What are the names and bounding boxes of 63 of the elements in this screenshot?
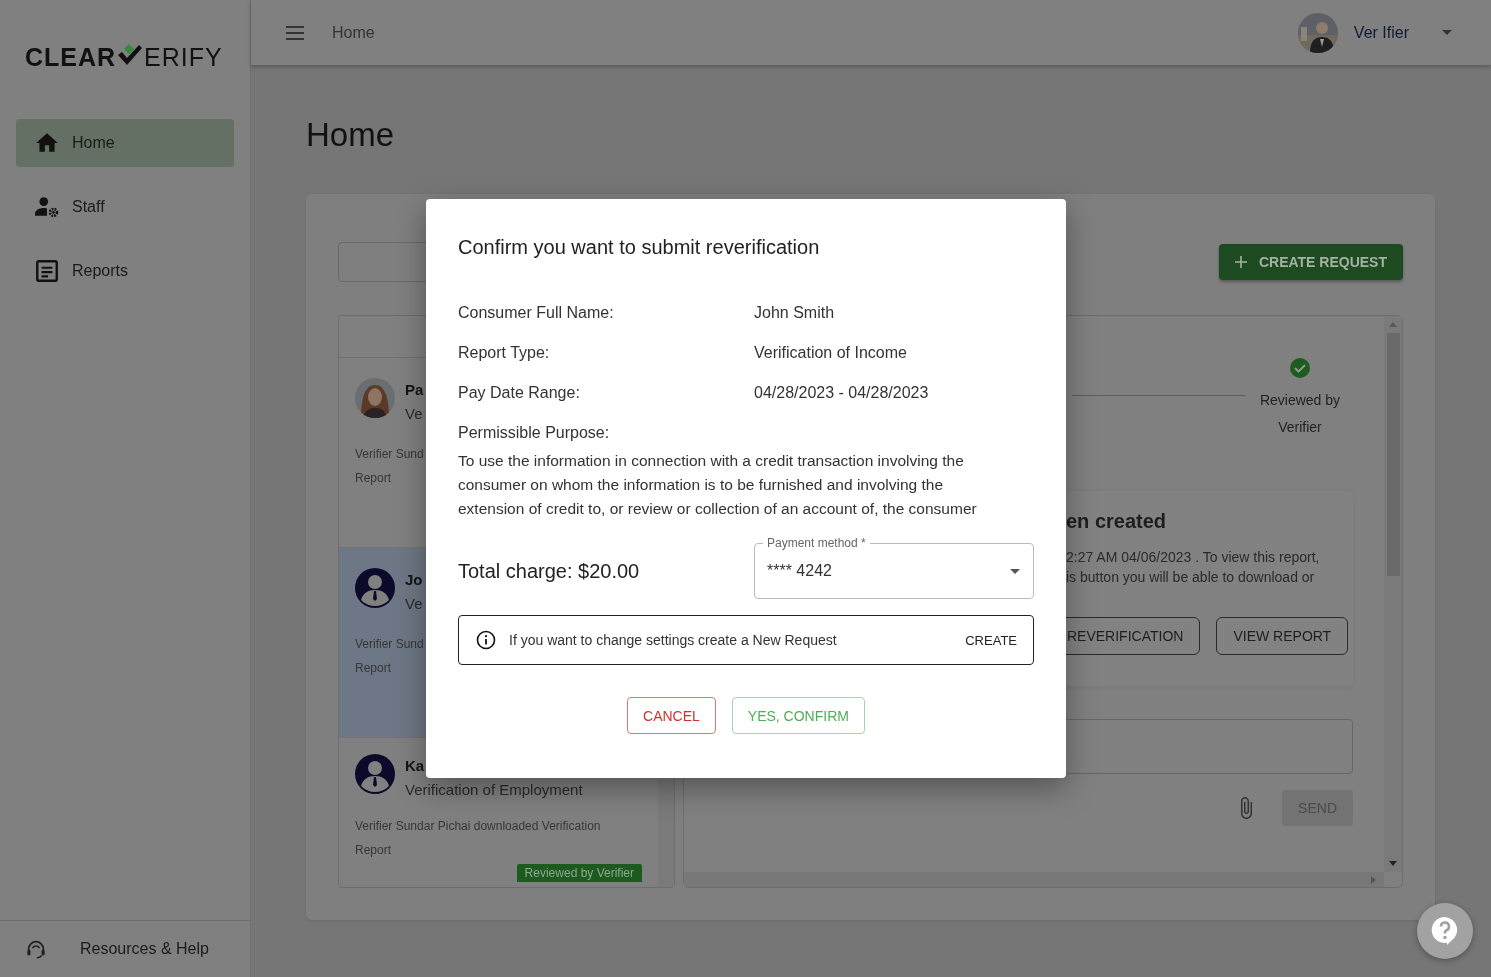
step-label: Reviewed by Verifier [1258,391,1342,437]
select-label: Payment method * [763,536,870,550]
request-title: Ka [405,756,426,776]
nav-item[interactable]: Reports [16,247,234,295]
nav-item[interactable]: Home [16,119,234,167]
scroll-up-icon [1389,322,1397,327]
scrollbar[interactable] [684,872,1384,887]
request-subtitle: Ve [405,594,423,614]
activity-text: Verifier Sund [355,636,424,653]
user-gear-icon [34,194,60,220]
field-label: Pay Date Range: [458,383,581,403]
user-name[interactable]: Ver Ifier [1353,23,1409,42]
cancel-button[interactable]: CANCEL [627,697,716,734]
notice-title: en created [1066,509,1168,534]
logo-check-icon [117,42,144,67]
help-button[interactable] [1417,903,1473,959]
field-value: Verification of Income [754,343,907,363]
document-icon [34,258,60,284]
field-label: Permissible Purpose: [458,423,611,443]
caret-icon [1010,568,1020,574]
menu-icon[interactable] [285,24,305,41]
activity-text: Verifier Sundar Pichai downloaded Verification [355,818,601,835]
request-subtitle: Ve [405,404,424,424]
avatar-icon [355,754,395,794]
headset-icon [25,938,47,960]
field-label: Report Type: [458,343,551,363]
create-button[interactable]: CREATE [957,626,1025,654]
notice-text: is button you will be able to download or [1066,568,1316,587]
field-value: 04/28/2023 - 04/28/2023 [754,383,929,403]
request-subtitle: Verification of Employment [405,780,583,800]
info-text: If you want to change settings create a New Request [509,632,838,648]
field-label: Consumer Full Name: [458,303,615,323]
plus-icon [1234,256,1247,268]
request-title: Pa [405,380,424,400]
scroll-down-icon [1389,861,1397,866]
caret-icon[interactable] [1442,30,1452,35]
logo-text: ERIFY [144,42,223,71]
purpose-text: To use the information in connection with a credit transaction involving the consumer on whom the information is to be furnished and involving the extension of credit to, or review or collection of an account of, the consumer [458,451,978,519]
confirm-button[interactable]: YES, CONFIRM [731,697,865,734]
avatar-icon [355,568,395,608]
status-badge: Reviewed by Verifier [516,864,642,882]
help-icon [1431,916,1459,946]
logo-text: CLEAR [25,42,117,71]
activity-text: Report [355,842,392,859]
scroll-right-icon [1371,875,1376,884]
dialog-title: Confirm you want to submit reverification [458,235,821,260]
total-charge: Total charge: $20.00 [458,560,641,584]
paperclip-icon[interactable] [1238,795,1255,821]
breadcrumb: Home [332,23,375,42]
info-icon [476,630,496,650]
help-link[interactable]: Resources & Help [25,938,209,960]
activity-text: Verifier Sund [355,446,424,463]
field-value: John Smith [754,303,835,323]
create-request-button[interactable]: CREATE REQUEST [1218,244,1403,280]
activity-text: Report [355,660,392,677]
payment-select[interactable]: Payment method * **** 4242 [754,536,1034,599]
page-title: Home [306,115,396,155]
nav-item[interactable]: Staff [16,183,234,231]
view-report-button[interactable]: VIEW REPORT [1216,617,1349,655]
scrollbar[interactable] [1384,316,1402,872]
notice-text: 2:27 AM 04/06/2023 . To view this report, [1066,548,1321,567]
activity-text: Report [355,470,392,487]
request-title: Jo [405,570,423,590]
